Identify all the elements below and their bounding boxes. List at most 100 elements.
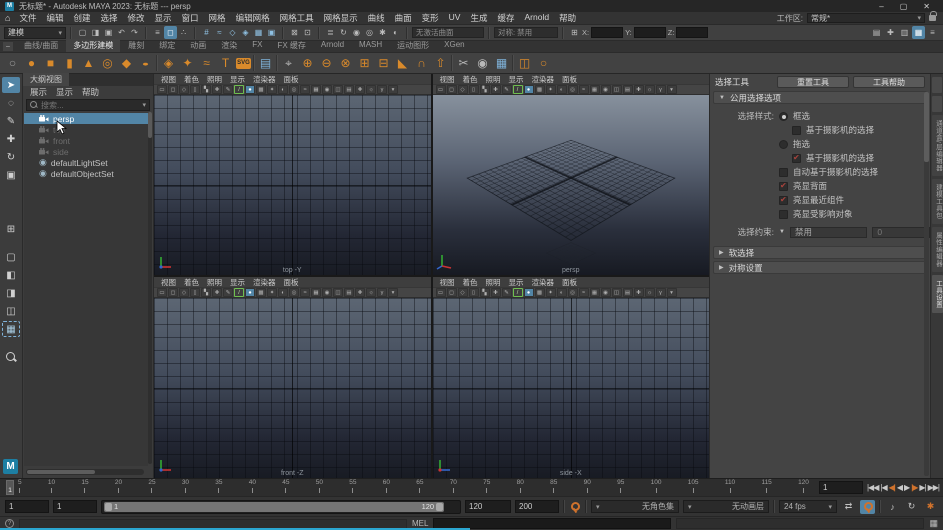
outliner-item[interactable]: ◉ defaultLightSet [24,157,148,168]
viewport-menu-item[interactable]: 面板 [280,277,303,288]
status-line-separator[interactable] [406,26,408,39]
snap-to-projected-center-icon[interactable]: ◈ [239,26,252,39]
outliner-item[interactable]: ◉ defaultObjectSet [24,168,148,179]
wireframe-icon[interactable]: / [512,288,523,297]
view-transform-icon[interactable]: ▾ [388,85,398,94]
multisample-icon[interactable]: ▦ [311,85,321,94]
menu-item[interactable]: 网格 [204,12,231,24]
mirror-icon[interactable]: ◫ [516,55,533,72]
zoom-tool[interactable] [2,349,20,365]
status-line-separator[interactable] [488,26,490,39]
current-frame-input[interactable] [818,481,863,494]
viewport-menu-item[interactable]: 显示 [226,277,249,288]
outliner-menu-item[interactable]: 展示 [30,86,47,98]
viewport-canvas-front[interactable]: front -Z [154,298,431,478]
select-camera-icon[interactable]: ▭ [435,288,446,297]
playback-end-input[interactable] [515,500,559,513]
image-plane-icon[interactable]: ▚ [479,85,490,94]
poly-cone-icon[interactable]: ▲ [80,55,97,72]
motion-blur-icon[interactable]: ≈ [578,288,589,297]
poly-plane-icon[interactable]: ◆ [118,55,135,72]
bookmarks-icon[interactable]: ▯ [468,85,479,94]
outliner-horizontal-scrollbar[interactable] [26,469,144,475]
play-backwards-button[interactable]: ◀ [897,483,903,492]
shelf-tab[interactable]: 运动图形 [390,39,436,52]
outliner-vertical-scrollbar[interactable] [148,112,152,464]
help-icon[interactable]: ? [5,519,14,528]
depth-of-field-icon[interactable]: ◉ [322,288,332,297]
play-forwards-button[interactable]: ▶ [904,483,910,492]
menu-item[interactable]: 曲线 [363,12,390,24]
screen-space-ao-icon[interactable]: ◎ [289,85,299,94]
gamma-icon[interactable]: γ [655,288,666,297]
textured-icon[interactable]: ▩ [256,288,266,297]
sidebar-tab[interactable]: 建模工具包 [931,179,943,225]
select-camera-icon[interactable]: ▭ [157,85,167,94]
playback-start-input[interactable] [5,500,49,513]
camera-attributes-icon[interactable]: ◇ [457,288,468,297]
viewport-menu-item[interactable]: 视图 [157,277,180,288]
viewport-menu-item[interactable]: 显示 [226,74,249,85]
curve-warp-icon[interactable]: ≈ [198,55,215,72]
image-plane-icon[interactable]: ▚ [201,288,211,297]
2d-pan-zoom-icon[interactable]: ✚ [490,288,501,297]
scale-tool[interactable]: ▣ [2,167,20,183]
select-by-hierarchy-icon[interactable]: ≡ [151,26,164,39]
go-to-end-button[interactable]: ▶▶| [928,483,940,492]
depth-of-field-icon[interactable]: ◉ [322,85,332,94]
shelf-tab[interactable]: XGen [437,39,471,52]
image-plane-icon[interactable]: ▚ [479,288,490,297]
viewport-menu-item[interactable]: 面板 [558,277,581,288]
outliner-item[interactable]: ◉ top [24,124,148,135]
menu-item[interactable]: 显示 [150,12,177,24]
shaded-icon[interactable]: ● [245,288,255,297]
separate-icon[interactable]: ⊟ [375,55,392,72]
sidebar-icon-block[interactable] [932,77,942,93]
viewport-menu-item[interactable]: 视图 [436,277,459,288]
menu-item[interactable]: 生成 [465,12,492,24]
screen-space-ao-icon[interactable]: ◎ [567,288,578,297]
tool-settings-toggle-icon[interactable]: ▦ [912,26,925,39]
menu-item[interactable]: UV [444,12,466,24]
step-back-frame-button[interactable]: |◀ [880,483,887,492]
status-line-separator[interactable] [194,26,196,39]
viewport-menu-item[interactable]: 显示 [505,277,528,288]
viewport-canvas-persp[interactable]: persp [432,95,709,275]
range-bar[interactable]: 1 120 [104,501,445,512]
outliner-menu-item[interactable]: 帮助 [82,86,99,98]
poly-sphere-icon[interactable]: ● [23,55,40,72]
ipr-render-icon[interactable]: ◎ [363,26,376,39]
animation-start-input[interactable] [53,500,97,513]
reset-tool-button[interactable]: 重置工具 [777,76,849,88]
shelf-tab[interactable]: 动画 [183,39,213,52]
viewport-menu-item[interactable]: 视图 [436,74,459,85]
select-by-component-icon[interactable]: ∴ [177,26,190,39]
rotate-tool[interactable]: ↻ [2,149,20,165]
viewport-menu-item[interactable]: 面板 [280,74,303,85]
highlight-nearest-component-checkbox[interactable] [779,195,788,205]
workspace-lock-icon[interactable] [929,11,937,21]
snap-to-curves-icon[interactable]: ≈ [213,26,226,39]
select-camera-icon[interactable]: ▭ [157,288,167,297]
hypershade-icon[interactable]: ◐ [389,26,402,39]
drag-radio[interactable] [779,139,788,149]
menu-item[interactable]: 选择 [95,12,122,24]
menu-item[interactable]: 网格工具 [275,12,319,24]
gamma-icon[interactable]: γ [377,288,387,297]
viewport-menu-item[interactable]: 渲染器 [249,277,280,288]
target-weld-icon[interactable]: ◉ [474,55,491,72]
multi-cut-icon[interactable]: ✂ [455,55,472,72]
poly-cube-icon[interactable]: ■ [42,55,59,72]
shelf-tab[interactable]: FX [245,39,269,52]
menu-item[interactable]: 修改 [123,12,150,24]
mute-sound-icon[interactable]: ♪ [885,500,900,514]
z-coordinate-input[interactable] [676,27,709,38]
xray-icon[interactable]: ▤ [622,288,633,297]
lock-camera-icon[interactable]: ◻ [446,288,457,297]
exposure-icon[interactable]: ☼ [644,288,655,297]
layout-grid-icon[interactable]: ⊞ [2,221,20,237]
humanik-toggle-icon[interactable]: ✚ [884,26,897,39]
viewport-menu-item[interactable]: 显示 [505,74,528,85]
shaded-icon[interactable]: ● [523,85,534,94]
set-key-icon[interactable] [569,501,581,513]
